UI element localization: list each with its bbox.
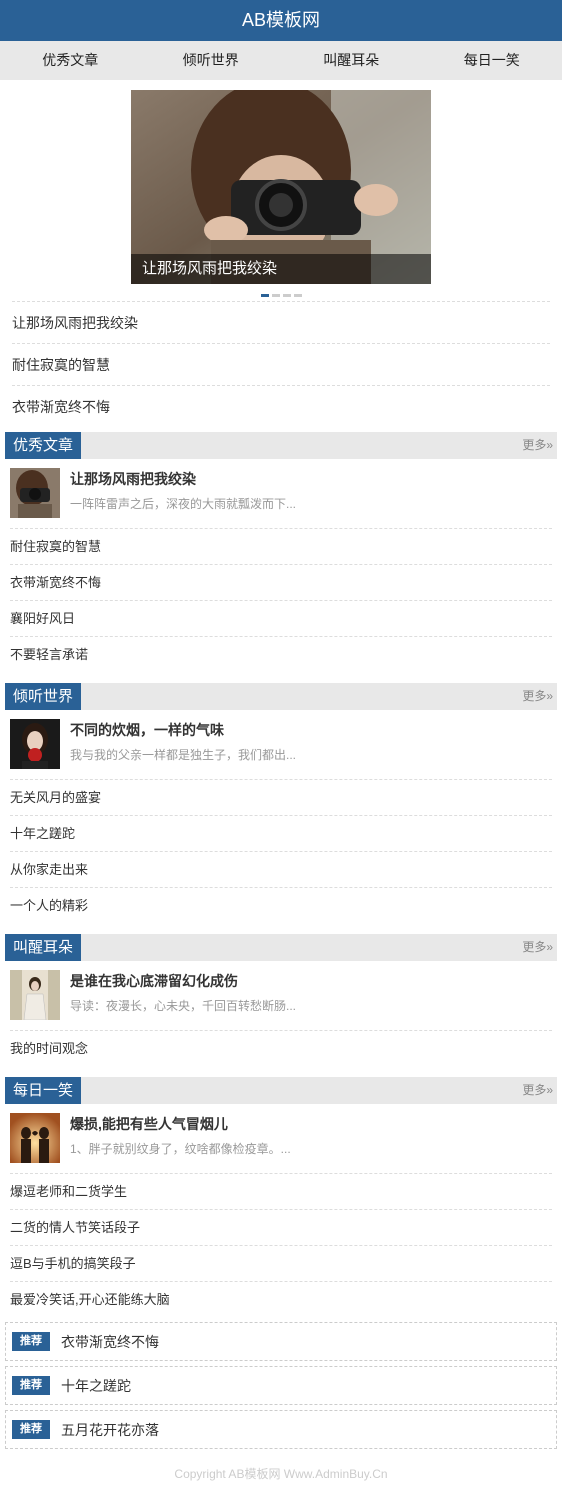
list-item[interactable]: 衣带渐宽终不悔 [10, 565, 552, 601]
more-link[interactable]: 更多» [522, 934, 553, 961]
copyright-text: Copyright AB模板网 Www.AdminBuy.Cn [174, 1467, 388, 1481]
slider-dot[interactable] [260, 294, 269, 297]
photo-thumbnail [10, 719, 60, 769]
slider-dot[interactable] [282, 294, 291, 297]
list-item[interactable]: 从你家走出来 [10, 852, 552, 888]
feature-body: 让那场风雨把我绞染 一阵阵雷声之后，深夜的大雨就瓢泼而下... [70, 468, 296, 523]
section-header: 叫醒耳朵 更多» [5, 934, 557, 961]
feature-title[interactable]: 是谁在我心底滞留幻化成伤 [70, 970, 296, 992]
list-item[interactable]: 最爱冷笑话,开心还能练大脑 [10, 1282, 552, 1318]
section-title[interactable]: 每日一笑 [5, 1077, 82, 1104]
headline-item[interactable]: 衣带渐宽终不悔 [12, 386, 550, 428]
list-item[interactable]: 不要轻言承诺 [10, 637, 552, 673]
list-item[interactable]: 爆逗老师和二货学生 [10, 1174, 552, 1210]
main-nav: 优秀文章 倾听世界 叫醒耳朵 每日一笑 [0, 41, 562, 80]
feature-thumbnail[interactable] [10, 1113, 60, 1163]
article-list: 我的时间观念 [10, 1031, 552, 1067]
article-list: 耐住寂寞的智慧 衣带渐宽终不悔 襄阳好风日 不要轻言承诺 [10, 529, 552, 673]
headline-list: 让那场风雨把我绞染 耐住寂寞的智慧 衣带渐宽终不悔 [12, 301, 550, 428]
section-qingting: 倾听世界 更多» 不同的炊烟，一样的气味 我与我的父亲一样都是独生子，我们都出.… [0, 683, 562, 924]
section-title[interactable]: 倾听世界 [5, 683, 82, 710]
recommend-title[interactable]: 五月花开花亦落 [61, 1420, 159, 1440]
feature-thumbnail[interactable] [10, 468, 60, 518]
section-youxiu: 优秀文章 更多» 让那场风雨把我绞染 一阵阵雷声之后，深夜的大雨就瓢泼而下...… [0, 432, 562, 673]
headline-item[interactable]: 耐住寂寞的智慧 [12, 344, 550, 386]
more-link[interactable]: 更多» [522, 432, 553, 459]
feature-article[interactable]: 是谁在我心底滞留幻化成伤 导读：夜漫长，心未央，千回百转愁断肠... [10, 970, 552, 1031]
photo-thumbnail [10, 468, 60, 518]
feature-title[interactable]: 爆损,能把有些人气冒烟儿 [70, 1113, 291, 1135]
feature-article[interactable]: 让那场风雨把我绞染 一阵阵雷声之后，深夜的大雨就瓢泼而下... [10, 468, 552, 529]
nav-item-youxiu[interactable]: 优秀文章 [0, 41, 141, 80]
footer: Copyright AB模板网 Www.AdminBuy.Cn [0, 1465, 562, 1482]
feature-thumbnail[interactable] [10, 719, 60, 769]
more-link[interactable]: 更多» [522, 683, 553, 710]
image-slider[interactable]: 让那场风雨把我绞染 [131, 90, 431, 284]
list-item[interactable]: 十年之蹉跎 [10, 816, 552, 852]
list-item[interactable]: 襄阳好风日 [10, 601, 552, 637]
feature-desc: 一阵阵雷声之后，深夜的大雨就瓢泼而下... [70, 497, 297, 511]
section-meiri: 每日一笑 更多» 爆损,能把有些人气冒烟儿 1、胖子就别纹身了，纹啥都像检疫章。… [0, 1077, 562, 1318]
article-list: 爆逗老师和二货学生 二货的情人节笑话段子 逗B与手机的搞笑段子 最爱冷笑话,开心… [10, 1174, 552, 1318]
feature-body: 爆损,能把有些人气冒烟儿 1、胖子就别纹身了，纹啥都像检疫章。... [70, 1113, 291, 1168]
section-title[interactable]: 优秀文章 [5, 432, 82, 459]
feature-title[interactable]: 不同的炊烟，一样的气味 [70, 719, 296, 741]
article-list: 无关风月的盛宴 十年之蹉跎 从你家走出来 一个人的精彩 [10, 780, 552, 924]
photo-thumbnail [10, 1113, 60, 1163]
recommend-badge: 推荐 [12, 1420, 50, 1439]
feature-title[interactable]: 让那场风雨把我绞染 [70, 468, 296, 490]
recommend-badge: 推荐 [12, 1376, 50, 1395]
feature-desc: 1、胖子就别纹身了，纹啥都像检疫章。... [70, 1142, 291, 1156]
section-jiaoxing: 叫醒耳朵 更多» 是谁在我心底滞留幻化成伤 导读：夜漫长，心未央，千回百转愁断肠… [0, 934, 562, 1067]
recommend-title[interactable]: 衣带渐宽终不悔 [61, 1332, 159, 1352]
feature-body: 不同的炊烟，一样的气味 我与我的父亲一样都是独生子，我们都出... [70, 719, 296, 774]
slider-dot[interactable] [293, 294, 302, 297]
recommend-list: 推荐 衣带渐宽终不悔 推荐 十年之蹉跎 推荐 五月花开花亦落 [5, 1322, 557, 1449]
list-item[interactable]: 我的时间观念 [10, 1031, 552, 1067]
slider-dot[interactable] [271, 294, 280, 297]
section-header: 优秀文章 更多» [5, 432, 557, 459]
headline-item[interactable]: 让那场风雨把我绞染 [12, 302, 550, 344]
recommend-badge: 推荐 [12, 1332, 50, 1351]
nav-item-meiri[interactable]: 每日一笑 [422, 41, 562, 80]
slider-dots [0, 294, 562, 298]
feature-thumbnail[interactable] [10, 970, 60, 1020]
nav-item-jiaoxing[interactable]: 叫醒耳朵 [281, 41, 422, 80]
recommend-item[interactable]: 推荐 五月花开花亦落 [5, 1410, 557, 1449]
recommend-item[interactable]: 推荐 衣带渐宽终不悔 [5, 1322, 557, 1361]
feature-desc: 导读：夜漫长，心未央，千回百转愁断肠... [70, 999, 297, 1013]
feature-article[interactable]: 不同的炊烟，一样的气味 我与我的父亲一样都是独生子，我们都出... [10, 719, 552, 780]
site-title[interactable]: AB模板网 [242, 10, 320, 30]
recommend-title[interactable]: 十年之蹉跎 [61, 1376, 131, 1396]
list-item[interactable]: 二货的情人节笑话段子 [10, 1210, 552, 1246]
list-item[interactable]: 耐住寂寞的智慧 [10, 529, 552, 565]
list-item[interactable]: 无关风月的盛宴 [10, 780, 552, 816]
section-header: 每日一笑 更多» [5, 1077, 557, 1104]
section-header: 倾听世界 更多» [5, 683, 557, 710]
more-link[interactable]: 更多» [522, 1077, 553, 1104]
recommend-item[interactable]: 推荐 十年之蹉跎 [5, 1366, 557, 1405]
list-item[interactable]: 一个人的精彩 [10, 888, 552, 924]
feature-article[interactable]: 爆损,能把有些人气冒烟儿 1、胖子就别纹身了，纹啥都像检疫章。... [10, 1113, 552, 1174]
list-item[interactable]: 逗B与手机的搞笑段子 [10, 1246, 552, 1282]
feature-body: 是谁在我心底滞留幻化成伤 导读：夜漫长，心未央，千回百转愁断肠... [70, 970, 296, 1025]
site-header: AB模板网 [0, 0, 562, 41]
photo-thumbnail [10, 970, 60, 1020]
slide-caption[interactable]: 让那场风雨把我绞染 [131, 254, 431, 284]
feature-desc: 我与我的父亲一样都是独生子，我们都出... [70, 748, 297, 762]
section-title[interactable]: 叫醒耳朵 [5, 934, 82, 961]
nav-item-qingting[interactable]: 倾听世界 [141, 41, 282, 80]
